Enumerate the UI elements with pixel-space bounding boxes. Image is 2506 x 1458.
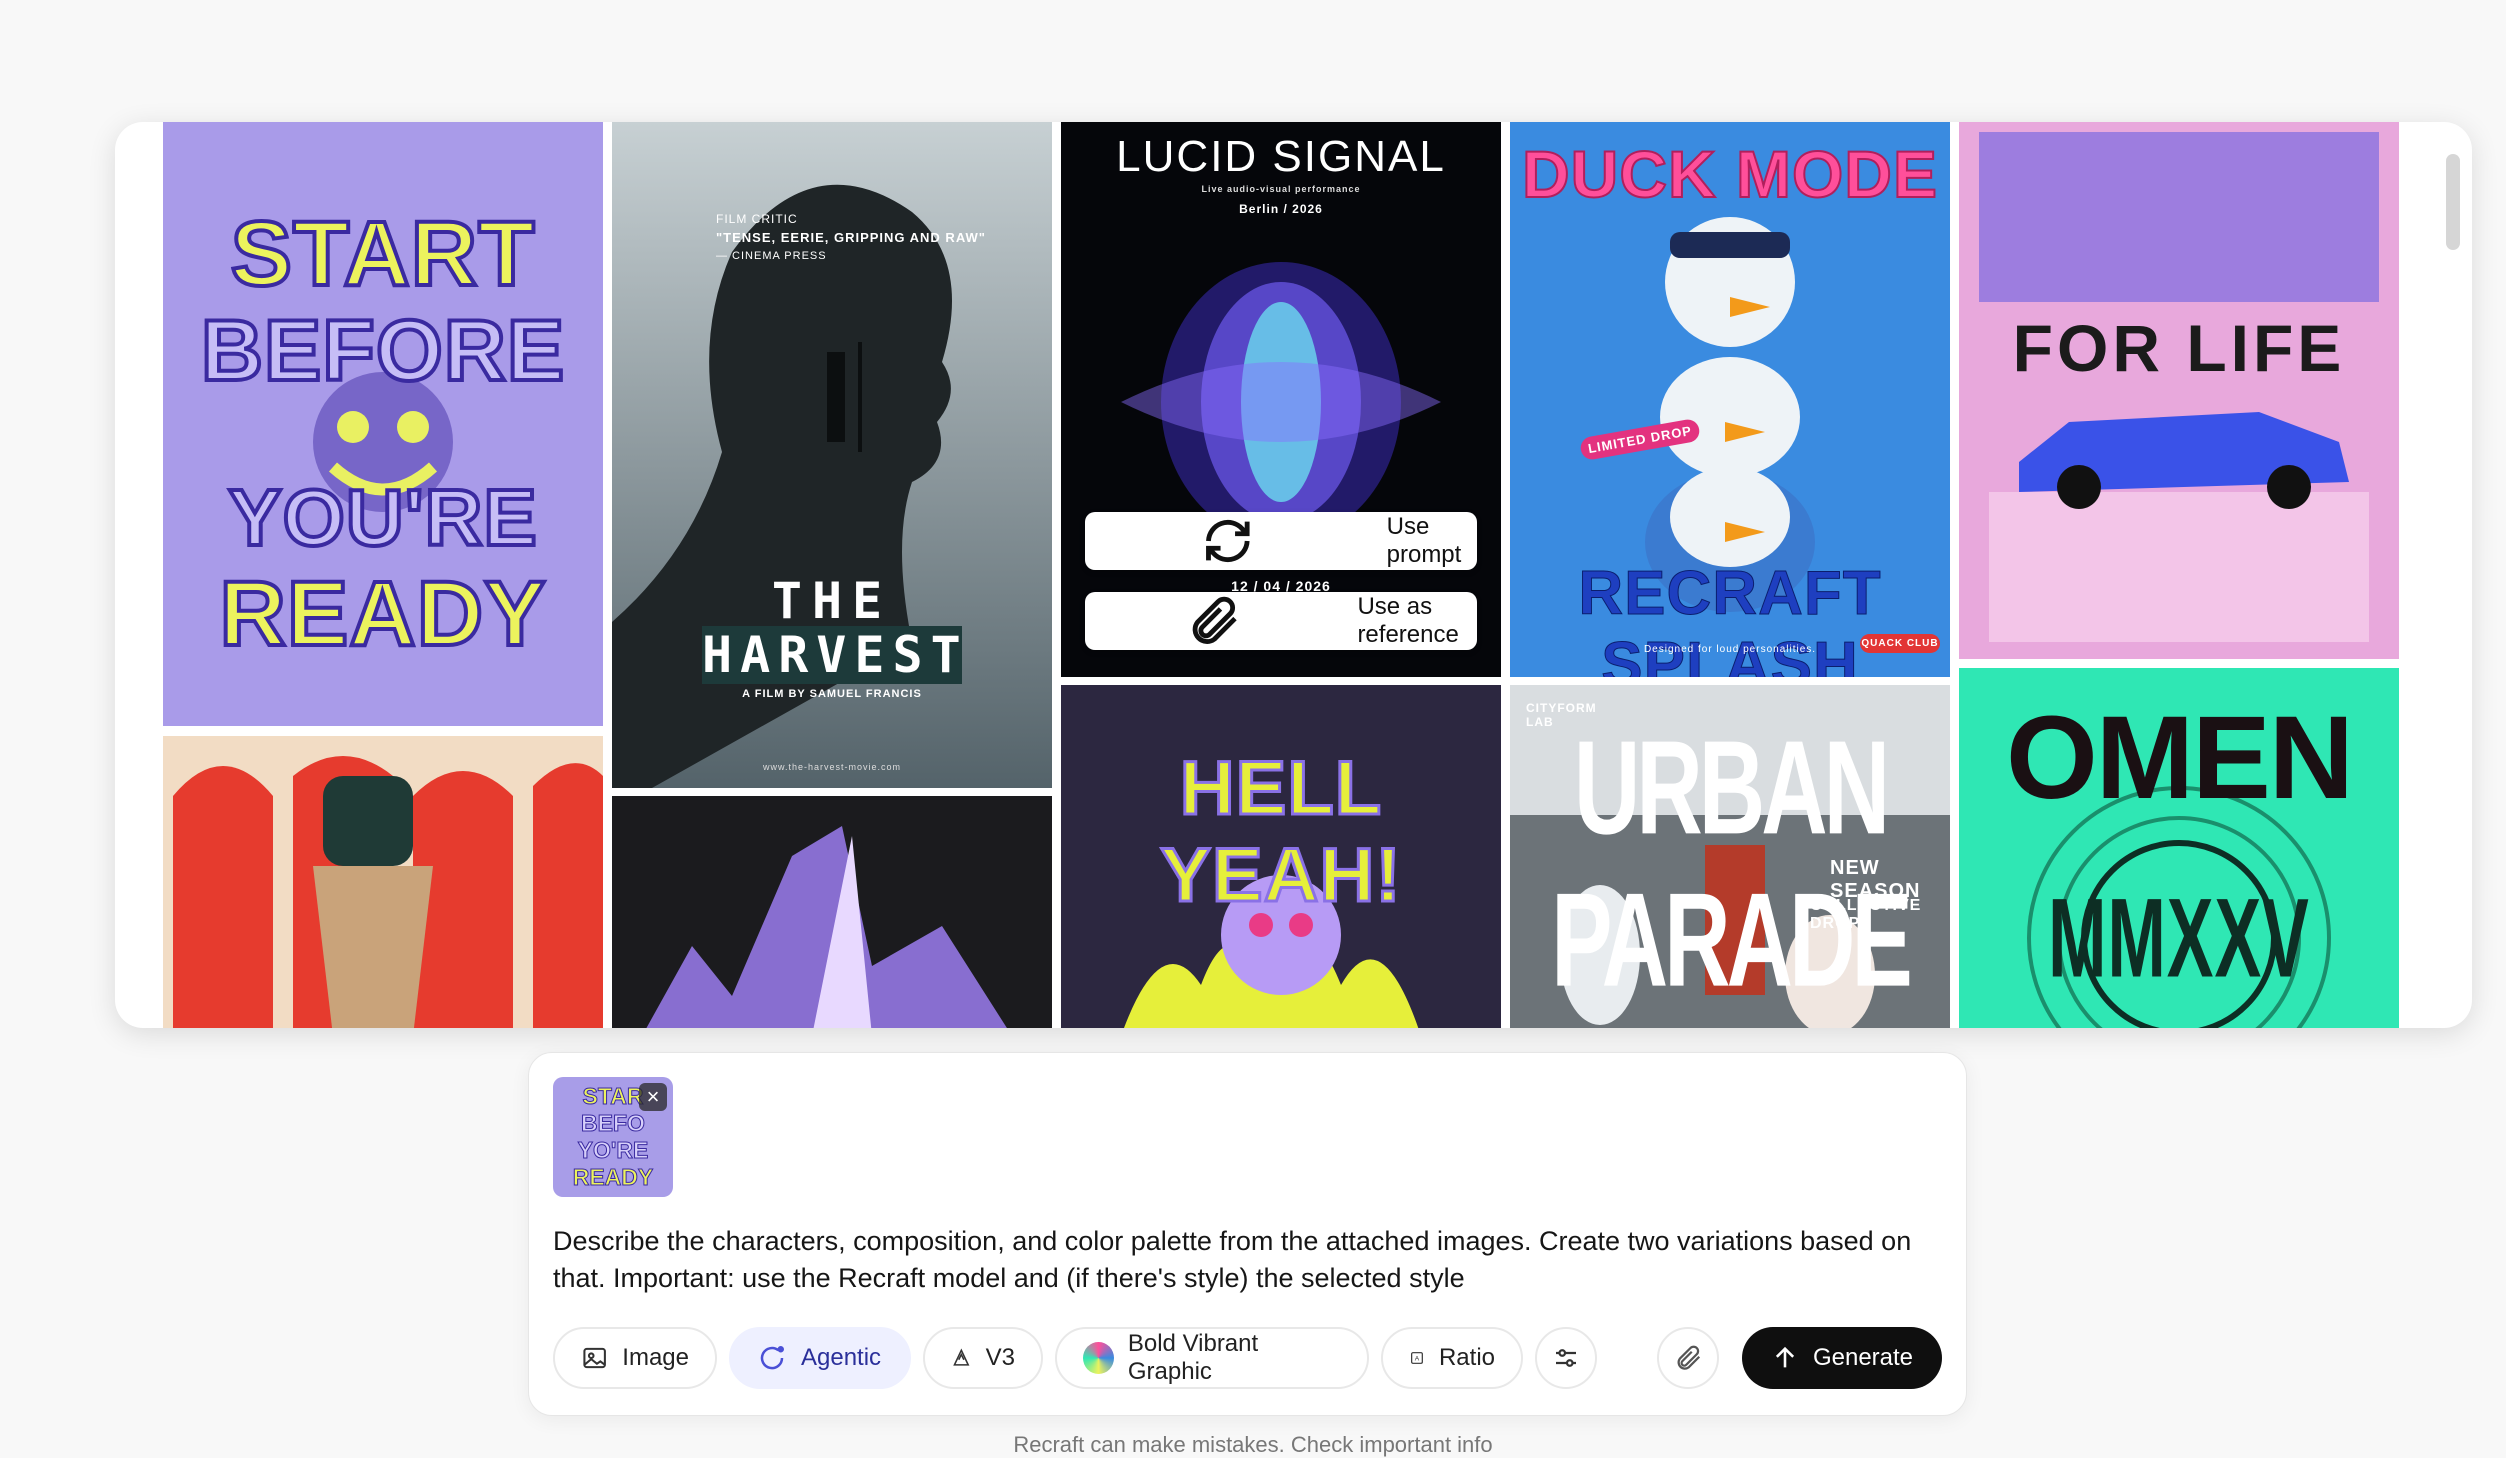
poster-chrome-crown[interactable] bbox=[612, 796, 1052, 1028]
use-prompt-button[interactable]: Use prompt bbox=[1085, 512, 1477, 570]
attachment-line-2: BEFO bbox=[581, 1110, 646, 1137]
poster-the-harvest[interactable]: FILM CRITIC "TENSE, EERIE, GRIPPING AND … bbox=[612, 122, 1052, 788]
paperclip-icon bbox=[1677, 1345, 1701, 1370]
style-label: Bold Vibrant Graphic bbox=[1127, 1330, 1259, 1385]
harvest-url: www.the-harvest-movie.com bbox=[762, 762, 902, 772]
harvest-title-1: THE bbox=[771, 572, 893, 630]
image-icon bbox=[583, 1347, 606, 1369]
use-as-reference-label: Use as reference bbox=[1357, 593, 1459, 648]
poster-lucid-signal[interactable]: LUCID SIGNAL Live audio-visual performan… bbox=[1061, 122, 1501, 677]
close-icon: × bbox=[646, 1084, 660, 1109]
start-line-2: BEFORE bbox=[199, 301, 566, 401]
poster-hell-yeah[interactable]: HELL YEAH! bbox=[1061, 685, 1501, 1028]
svg-text:A: A bbox=[1415, 1356, 1420, 1363]
poster-duck-mode[interactable]: DUCK MODE LIMITED DROP RECRAFT SPLASH De… bbox=[1510, 122, 1950, 677]
poster-red-art bbox=[163, 736, 603, 1028]
prompt-input[interactable]: Describe the characters, composition, an… bbox=[553, 1223, 1943, 1297]
hell-title: HELL YEAH! bbox=[1159, 745, 1402, 920]
ratio-label: Ratio bbox=[1438, 1344, 1495, 1371]
poster-start-before-ready[interactable]: START BEFORE YOU'RE READY bbox=[163, 122, 603, 726]
duck-club: QUACK CLUB bbox=[1860, 634, 1940, 653]
remove-attachment-button[interactable]: × bbox=[639, 1083, 667, 1111]
use-as-reference-button[interactable]: Use as reference bbox=[1085, 592, 1477, 650]
style-selector-button[interactable]: Bold Vibrant Graphic bbox=[1055, 1327, 1369, 1389]
attached-image-thumbnail[interactable]: STAR BEFO YO'RE READY × bbox=[553, 1077, 673, 1197]
lucid-title: LUCID SIGNAL bbox=[1116, 132, 1446, 181]
prompt-panel: STAR BEFO YO'RE READY × Describe the cha… bbox=[528, 1052, 1967, 1416]
ratio-icon: A bbox=[1411, 1352, 1423, 1364]
model-version-button[interactable]: V3 bbox=[923, 1327, 1043, 1389]
agentic-mode-button[interactable]: Agentic bbox=[729, 1327, 911, 1389]
lucid-subtitle: Live audio-visual performance bbox=[1201, 184, 1361, 194]
duck-title: DUCK MODE bbox=[1521, 136, 1938, 212]
style-thumbnail-icon bbox=[1083, 1342, 1114, 1374]
harvest-byline: A FILM BY SAMUEL FRANCIS bbox=[742, 688, 922, 700]
poster-for-life[interactable]: FOR LIFE bbox=[1959, 122, 2399, 659]
attachment-line-4: READY bbox=[572, 1164, 654, 1191]
generate-label: Generate bbox=[1812, 1344, 1914, 1371]
poster-forlife-art bbox=[1959, 122, 2399, 659]
image-mode-label: Image bbox=[622, 1344, 689, 1371]
poster-urban-parade[interactable]: CITYFORM LAB URBAN PARADE NEW SEASON COL… bbox=[1510, 685, 1950, 1028]
model-version-label: V3 bbox=[985, 1344, 1015, 1371]
image-mode-button[interactable]: Image bbox=[553, 1327, 717, 1389]
poster-red-figure[interactable] bbox=[163, 736, 603, 1028]
poster-omen[interactable]: OMEN MMXXV bbox=[1959, 668, 2399, 1028]
generate-button[interactable]: Generate bbox=[1742, 1327, 1942, 1389]
refresh-icon bbox=[1206, 519, 1250, 563]
start-line-1: START bbox=[229, 201, 537, 307]
ratio-button[interactable]: A Ratio bbox=[1381, 1327, 1523, 1389]
agentic-icon bbox=[760, 1346, 784, 1370]
forlife-title: FOR LIFE bbox=[2012, 311, 2346, 385]
paperclip-icon bbox=[1192, 596, 1237, 644]
start-line-3: YOU'RE bbox=[226, 471, 539, 564]
sliders-icon bbox=[1556, 1349, 1576, 1367]
duck-bottom: RECRAFT SPLASH bbox=[1578, 559, 1882, 678]
attach-button[interactable] bbox=[1657, 1327, 1719, 1389]
agentic-mode-label: Agentic bbox=[801, 1344, 882, 1371]
disclaimer-text: Recraft can make mistakes. Check importa… bbox=[1013, 1432, 1493, 1457]
urban-drop: COLLECTIVE DROP bbox=[1810, 897, 1922, 932]
prompt-toolbar: Image Agentic V3 Bold Vibrant Graphic A … bbox=[553, 1327, 1942, 1391]
harvest-quote-source: — CINEMA PRESS bbox=[716, 250, 827, 262]
harvest-quote: "TENSE, EERIE, GRIPPING AND RAW" bbox=[716, 230, 986, 245]
use-prompt-label: Use prompt bbox=[1386, 513, 1462, 568]
lucid-city: Berlin / 2026 bbox=[1239, 202, 1323, 216]
attachment-line-3: YO'RE bbox=[577, 1137, 649, 1164]
omen-numeral: MMXXV bbox=[2048, 875, 2310, 1001]
poster-chrome-art bbox=[612, 796, 1052, 1028]
start-line-4: READY bbox=[217, 561, 547, 667]
gallery-scrollbar[interactable] bbox=[2446, 154, 2460, 250]
omen-title: OMEN bbox=[2006, 692, 2354, 824]
harvest-title-2: HARVEST bbox=[702, 626, 969, 684]
model-icon bbox=[953, 1348, 970, 1366]
harvest-critic: FILM CRITIC bbox=[716, 212, 798, 226]
arrow-up-icon bbox=[1775, 1346, 1795, 1368]
settings-button[interactable] bbox=[1535, 1327, 1597, 1389]
gallery: START BEFORE YOU'RE READY FILM CRITIC "T… bbox=[115, 122, 2472, 1028]
